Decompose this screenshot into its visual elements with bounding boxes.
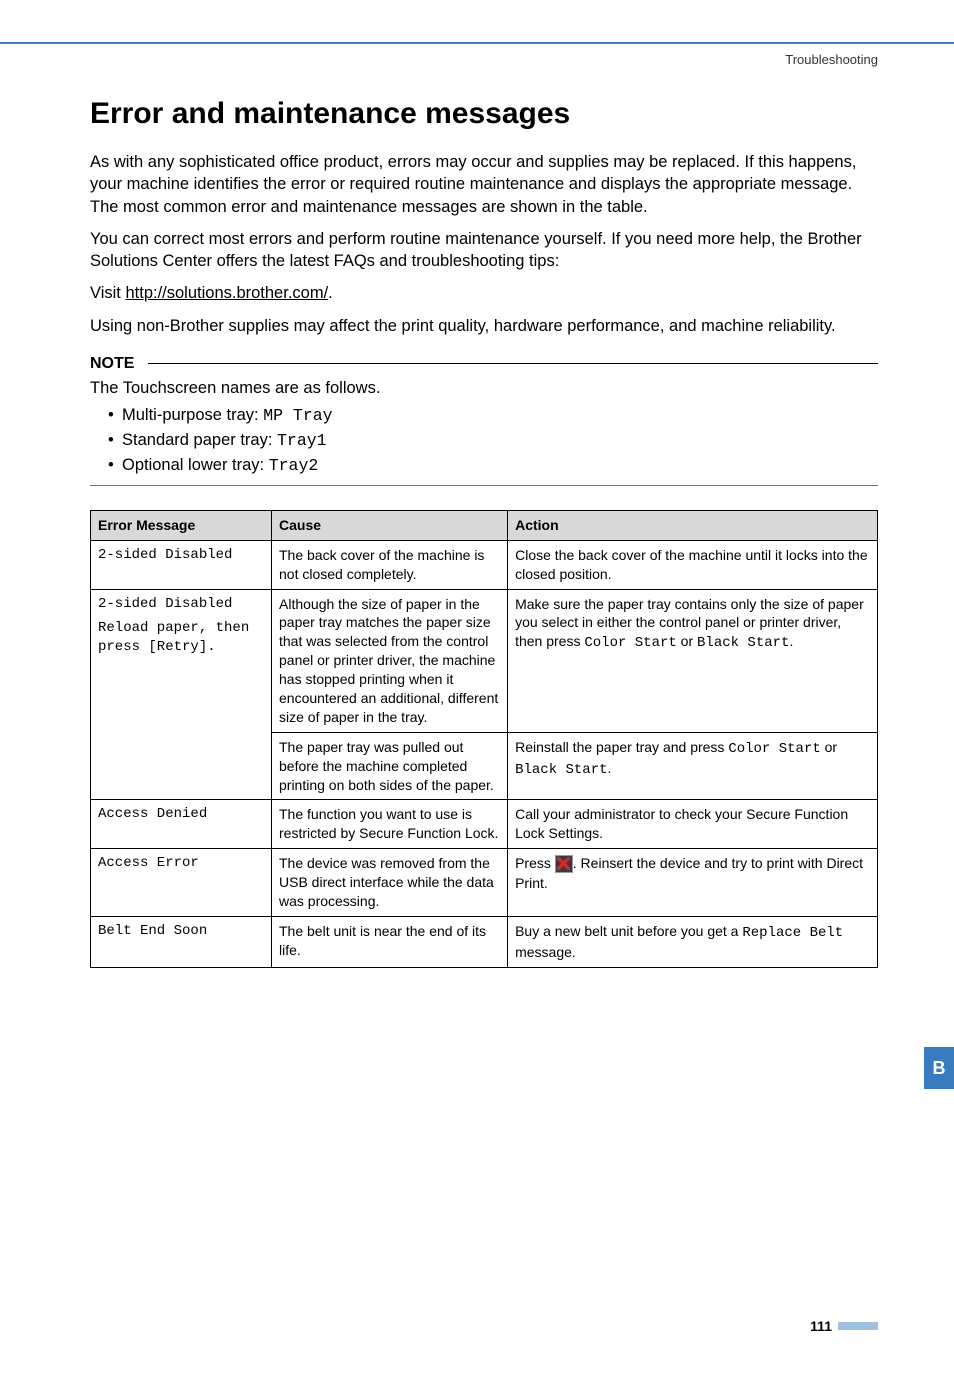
action-cell: Reinstall the paper tray and press Color…	[508, 732, 878, 800]
page-number: 111	[810, 1318, 838, 1334]
note-header: NOTE	[90, 355, 878, 373]
table-row: 2-sided Disabled Reload paper, then pres…	[91, 589, 878, 732]
intro-para-1: As with any sophisticated office product…	[90, 151, 878, 218]
cause-cell: The device was removed from the USB dire…	[272, 849, 508, 917]
header-action: Action	[508, 510, 878, 540]
error-messages-table: Error Message Cause Action 2-sided Disab…	[90, 510, 878, 968]
cancel-x-icon	[555, 855, 573, 873]
table-row: Belt End Soon The belt unit is near the …	[91, 916, 878, 967]
action-cell: Close the back cover of the machine unti…	[508, 540, 878, 589]
cause-cell: Although the size of paper in the paper …	[272, 589, 508, 732]
table-row: Access Error The device was removed from…	[91, 849, 878, 917]
note-label: NOTE	[90, 355, 148, 373]
action-cell: Buy a new belt unit before you get a Rep…	[508, 916, 878, 967]
action-cell: Call your administrator to check your Se…	[508, 800, 878, 849]
error-msg-cell: Belt End Soon	[91, 916, 272, 967]
page-title: Error and maintenance messages	[90, 97, 878, 131]
cause-cell: The paper tray was pulled out before the…	[272, 732, 508, 800]
tray-name-list: Multi-purpose tray: MP Tray Standard pap…	[90, 406, 878, 475]
intro-para-2: You can correct most errors and perform …	[90, 228, 878, 273]
error-msg-cell: 2-sided Disabled	[91, 540, 272, 589]
visit-prefix: Visit	[90, 284, 125, 302]
table-row: 2-sided Disabled The back cover of the m…	[91, 540, 878, 589]
error-msg-cell: Access Denied	[91, 800, 272, 849]
action-cell: Press . Reinsert the device and try to p…	[508, 849, 878, 917]
page-number-bar	[838, 1322, 878, 1330]
header-cause: Cause	[272, 510, 508, 540]
error-msg-cell: 2-sided Disabled Reload paper, then pres…	[91, 589, 272, 800]
error-msg-cell: Access Error	[91, 849, 272, 917]
note-body: The Touchscreen names are as follows.	[90, 379, 878, 398]
table-header-row: Error Message Cause Action	[91, 510, 878, 540]
appendix-tab: B	[924, 1047, 954, 1089]
header-error-message: Error Message	[91, 510, 272, 540]
list-item: Optional lower tray: Tray2	[108, 456, 878, 475]
list-item: Standard paper tray: Tray1	[108, 431, 878, 450]
action-cell: Make sure the paper tray contains only t…	[508, 589, 878, 732]
visit-suffix: .	[328, 284, 333, 302]
visit-line: Visit http://solutions.brother.com/.	[90, 282, 878, 304]
table-row: Access Denied The function you want to u…	[91, 800, 878, 849]
list-item: Multi-purpose tray: MP Tray	[108, 406, 878, 425]
solutions-link[interactable]: http://solutions.brother.com/	[125, 284, 328, 302]
cause-cell: The belt unit is near the end of its lif…	[272, 916, 508, 967]
page-number-wrap: 111	[810, 1318, 878, 1334]
intro-para-4: Using non-Brother supplies may affect th…	[90, 315, 878, 337]
breadcrumb: Troubleshooting	[0, 44, 954, 67]
cause-cell: The back cover of the machine is not clo…	[272, 540, 508, 589]
cause-cell: The function you want to use is restrict…	[272, 800, 508, 849]
